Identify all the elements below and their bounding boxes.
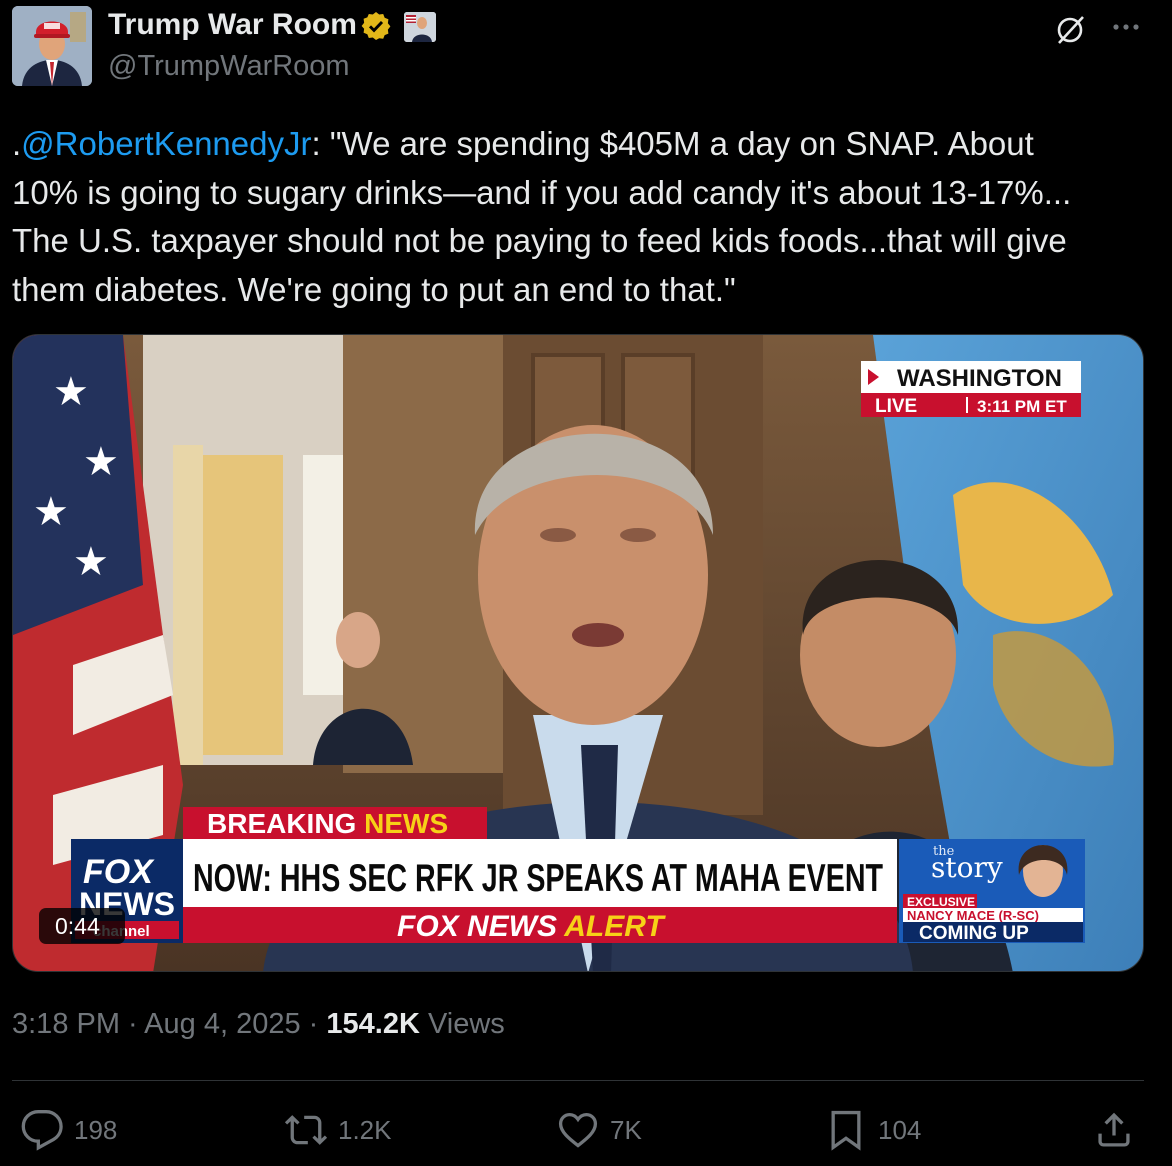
reply-count: 198	[74, 1114, 118, 1145]
video-player[interactable]: ★ ★ ★ ★ WASHINGTON LIVE 3:11 PM ET BREAK…	[12, 334, 1144, 972]
post-date[interactable]: Aug 4, 2025	[144, 1008, 300, 1040]
bookmark-button[interactable]: 104	[824, 1106, 921, 1154]
svg-text:★: ★	[33, 489, 69, 535]
video-frame: ★ ★ ★ ★ WASHINGTON LIVE 3:11 PM ET BREAK…	[13, 335, 1143, 971]
exclusive-label: EXCLUSIVE	[907, 895, 975, 909]
like-button[interactable]: 7K	[556, 1106, 642, 1154]
reply-icon	[21, 1110, 63, 1151]
repost-count: 1.2K	[338, 1114, 392, 1145]
author-avatar[interactable]	[12, 6, 92, 86]
share-button[interactable]	[1092, 1106, 1136, 1154]
tweet-timestamp[interactable]: 3:18 PM · Aug 4, 2025 · 154.2K Views	[12, 1008, 505, 1041]
affiliate-avatar-icon[interactable]	[404, 12, 436, 42]
fox-news-alert: FOX NEWS ALERT	[397, 910, 666, 943]
grok-icon[interactable]	[1052, 12, 1088, 48]
repost-button[interactable]: 1.2K	[284, 1106, 392, 1154]
mention-link[interactable]: @RobertKennedyJr	[21, 125, 311, 162]
meta-separator: ·	[120, 1008, 145, 1040]
svg-text:★: ★	[83, 439, 119, 485]
repost-icon	[284, 1115, 328, 1145]
location-label: WASHINGTON	[897, 365, 1062, 392]
live-label: LIVE	[875, 396, 917, 417]
gold-check-badge-icon	[361, 12, 391, 40]
headline-text: NOW: HHS SEC RFK JR SPEAKS AT MAHA EVENT	[193, 857, 883, 900]
bookmark-count: 104	[878, 1114, 922, 1145]
like-count: 7K	[610, 1114, 642, 1145]
coming-up-label: COMING UP	[919, 923, 1029, 944]
breaking-news-label: BREAKING NEWS	[207, 808, 448, 839]
views-count: 154.2K	[326, 1008, 420, 1040]
reply-button[interactable]: 198	[20, 1106, 117, 1154]
video-duration: 0:44	[55, 913, 100, 939]
author-display-name[interactable]: Trump War Room	[108, 8, 357, 42]
tweet-text: .@RobertKennedyJr: "We are spending $405…	[12, 120, 1152, 314]
views-label: Views	[419, 1008, 505, 1040]
svg-text:★: ★	[53, 369, 89, 415]
post-time[interactable]: 3:18 PM	[12, 1008, 120, 1040]
live-time: 3:11 PM ET	[977, 397, 1067, 416]
author-handle[interactable]: @TrumpWarRoom	[108, 50, 350, 83]
more-options-icon[interactable]	[1108, 12, 1144, 42]
guest-label: NANCY MACE (R-SC)	[907, 908, 1039, 923]
heart-icon	[558, 1112, 598, 1148]
location-bug: WASHINGTON LIVE 3:11 PM ET	[861, 361, 1081, 417]
meta-separator-2: ·	[300, 1008, 327, 1040]
story-big-label: story	[931, 851, 1003, 884]
bookmark-icon	[831, 1110, 861, 1151]
tweet-prefix: .	[12, 125, 22, 162]
share-icon	[1098, 1112, 1130, 1147]
divider	[12, 1080, 1144, 1081]
svg-text:★: ★	[73, 539, 109, 585]
